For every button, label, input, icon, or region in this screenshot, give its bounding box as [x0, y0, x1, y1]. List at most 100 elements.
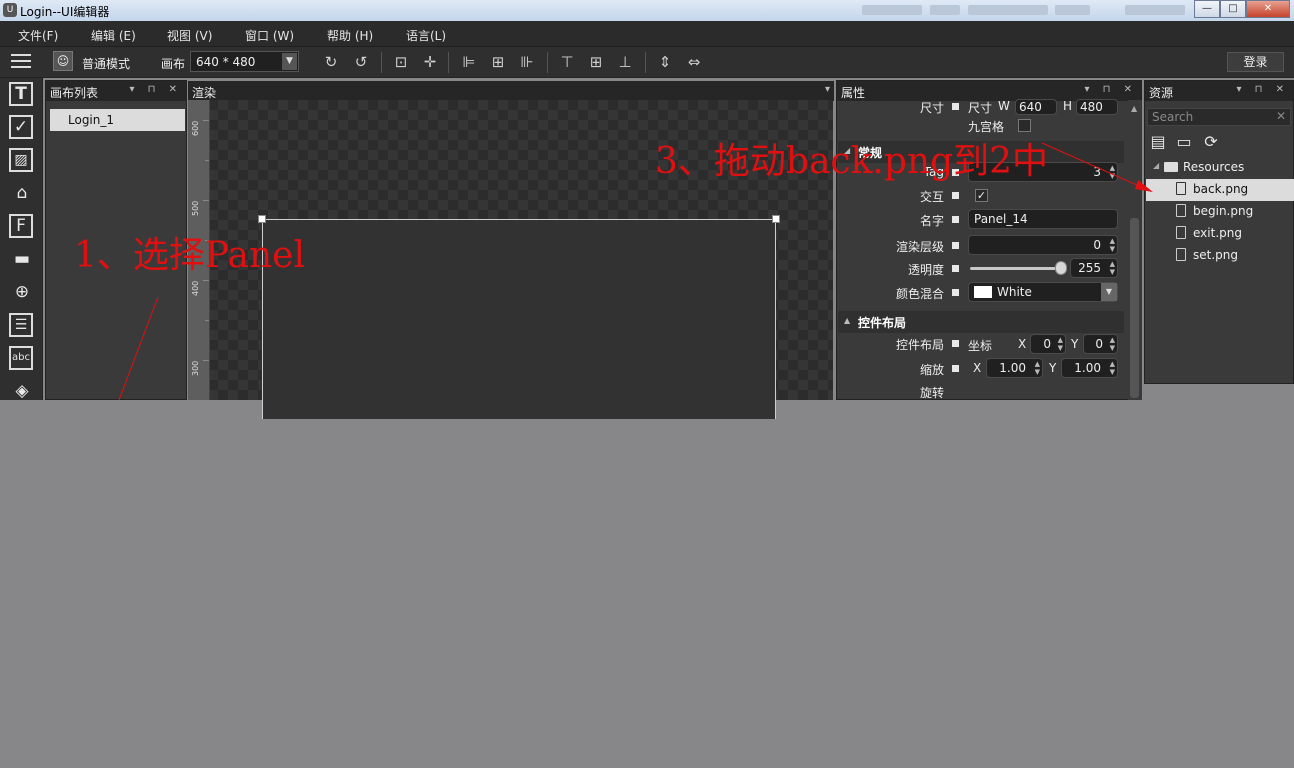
panel-controls-icon[interactable]: ▾ ⊓ ✕ [129, 84, 182, 95]
distribute-vertical-icon[interactable]: ⇕ [655, 52, 675, 72]
menu-window[interactable]: 窗口 (W) [245, 27, 294, 44]
minimize-button[interactable]: — [1194, 0, 1220, 18]
pin-icon[interactable] [952, 192, 959, 199]
canvas-size-value: 640 * 480 [196, 55, 256, 69]
height-field[interactable]: 480 [1076, 99, 1118, 115]
resize-handle[interactable] [772, 215, 780, 223]
align-bottom-icon[interactable]: ⊥ [615, 52, 635, 72]
opacity-field[interactable]: 255 ▲ ▼ [1070, 258, 1118, 278]
pin-icon[interactable] [952, 289, 959, 296]
resource-file-item[interactable]: set.png [1146, 245, 1294, 267]
align-left-icon[interactable]: ⊫ [459, 52, 479, 72]
slider-tool-icon[interactable]: ⊕ [9, 279, 35, 305]
section-layout-title: 控件布局 [858, 316, 907, 330]
maximize-button[interactable]: □ [1220, 0, 1246, 18]
resource-file-item[interactable]: exit.png [1146, 223, 1294, 245]
properties-scrollbar[interactable]: ▲ [1128, 100, 1142, 400]
blurred-area [1055, 5, 1090, 15]
align-hcenter-icon[interactable]: ⊞ [488, 52, 508, 72]
scale-x-field[interactable]: 1.00 ▲ ▼ [986, 358, 1043, 378]
blurred-area [862, 5, 922, 15]
list-tool-icon[interactable]: ☰ [9, 313, 33, 337]
color-blend-select[interactable]: White ▼ [968, 282, 1118, 302]
nine-grid-checkbox[interactable] [1018, 119, 1031, 132]
pin-icon[interactable] [952, 216, 959, 223]
pin-icon[interactable] [952, 242, 959, 249]
opacity-slider-knob[interactable] [1055, 261, 1067, 275]
spinner-icon[interactable]: ▲ ▼ [1110, 336, 1115, 352]
coord-x-field[interactable]: 0 ▲ ▼ [1030, 334, 1066, 354]
anchor-point-icon[interactable]: ✛ [420, 52, 440, 72]
selected-panel-widget[interactable] [262, 219, 776, 419]
resize-handle[interactable] [258, 215, 266, 223]
section-layout[interactable]: ▲ 控件布局 [838, 311, 1124, 333]
spinner-icon[interactable]: ▲ ▼ [1035, 360, 1040, 376]
menu-file[interactable]: 文件(F) [18, 27, 58, 44]
clear-search-icon[interactable]: ✕ [1276, 109, 1286, 123]
spinner-icon[interactable]: ▲ ▼ [1058, 336, 1063, 352]
progress-tool-icon[interactable]: ▬ [9, 246, 35, 272]
distribute-horizontal-icon[interactable]: ⇔ [684, 52, 704, 72]
tag-tool-icon[interactable]: ⌂ [9, 180, 35, 206]
coord-y-field[interactable]: 0 ▲ ▼ [1083, 334, 1118, 354]
render-layer-field[interactable]: 0 ▲ ▼ [968, 235, 1118, 255]
menu-language[interactable]: 语言(L) [406, 27, 446, 44]
pin-icon[interactable] [952, 265, 959, 272]
menu-view[interactable]: 视图 (V) [167, 27, 212, 44]
color-swatch [974, 286, 992, 298]
chevron-down-icon[interactable]: ▼ [282, 53, 297, 70]
spinner-icon[interactable]: ▲ ▼ [1110, 360, 1115, 376]
menu-edit[interactable]: 编辑 (E) [91, 27, 136, 44]
blurred-area [930, 5, 960, 15]
anchor-center-icon[interactable]: ⊡ [391, 52, 411, 72]
expand-triangle-icon[interactable]: ◢ [1153, 161, 1159, 170]
align-right-icon[interactable]: ⊪ [517, 52, 537, 72]
scale-y-field[interactable]: 1.00 ▲ ▼ [1061, 358, 1118, 378]
font-tool-icon[interactable]: F [9, 214, 33, 238]
scroll-thumb[interactable] [1130, 218, 1139, 398]
login-button[interactable]: 登录 [1227, 52, 1284, 72]
resource-search-input[interactable]: Search ✕ [1147, 108, 1291, 126]
new-file-icon[interactable]: ▤ [1148, 132, 1168, 152]
close-button[interactable]: ✕ [1246, 0, 1290, 18]
align-top-icon[interactable]: ⊤ [557, 52, 577, 72]
image-tool-icon[interactable]: ▨ [9, 148, 33, 172]
chevron-down-icon[interactable]: ▼ [1101, 283, 1117, 301]
panel-controls-icon[interactable]: ▾ ⊓ ✕ [1236, 84, 1289, 95]
layers-tool-icon[interactable]: ◈ [9, 378, 35, 404]
menu-help[interactable]: 帮助 (H) [327, 27, 373, 44]
text-tool-icon[interactable]: T [9, 82, 33, 106]
menu-bar: 文件(F) 编辑 (E) 视图 (V) 窗口 (W) 帮助 (H) 语言(L) [0, 21, 1294, 47]
hamburger-menu-icon[interactable] [11, 54, 31, 70]
spinner-icon[interactable]: ▲ ▼ [1110, 164, 1115, 180]
open-folder-icon[interactable]: ▭ [1174, 132, 1194, 152]
textfield-tool-icon[interactable]: abc [9, 346, 33, 370]
scroll-up-icon[interactable]: ▲ [1131, 104, 1137, 113]
align-vcenter-icon[interactable]: ⊞ [586, 52, 606, 72]
pin-icon[interactable] [952, 365, 959, 372]
checkbox-tool-icon[interactable]: ✓ [9, 115, 33, 139]
panel-controls-icon[interactable]: ▾ ⊓ ✕ [1084, 84, 1137, 95]
spinner-icon[interactable]: ▲ ▼ [1110, 237, 1115, 253]
pin-icon[interactable] [952, 103, 959, 110]
canvas-size-select[interactable]: 640 * 480 ▼ [190, 51, 299, 72]
resource-file-item[interactable]: back.png [1146, 179, 1294, 201]
pin-icon[interactable] [952, 340, 959, 347]
rotate-ccw-icon[interactable]: ↺ [351, 52, 371, 72]
interact-checkbox[interactable]: ✓ [975, 189, 988, 202]
resource-file-item[interactable]: begin.png [1146, 201, 1294, 223]
ruler-label: 500 [191, 200, 200, 216]
canvas-list-item[interactable]: Login_1 [50, 109, 185, 131]
person-mode-icon[interactable]: ☺ [53, 51, 73, 71]
opacity-slider[interactable] [970, 267, 1062, 270]
tree-root[interactable]: ◢ Resources [1146, 157, 1294, 179]
refresh-icon[interactable]: ⟳ [1201, 132, 1221, 152]
toolbar-divider [547, 52, 548, 73]
panel-menu-icon[interactable]: ▾ [825, 84, 830, 95]
name-field[interactable]: Panel_14 [968, 209, 1118, 229]
width-field[interactable]: 640 [1015, 99, 1057, 115]
mode-label[interactable]: 普通模式 [82, 55, 130, 72]
rotate-cw-icon[interactable]: ↻ [321, 52, 341, 72]
spinner-icon[interactable]: ▲ ▼ [1110, 260, 1115, 276]
resources-header: 资源 ▾ ⊓ ✕ [1145, 81, 1293, 101]
